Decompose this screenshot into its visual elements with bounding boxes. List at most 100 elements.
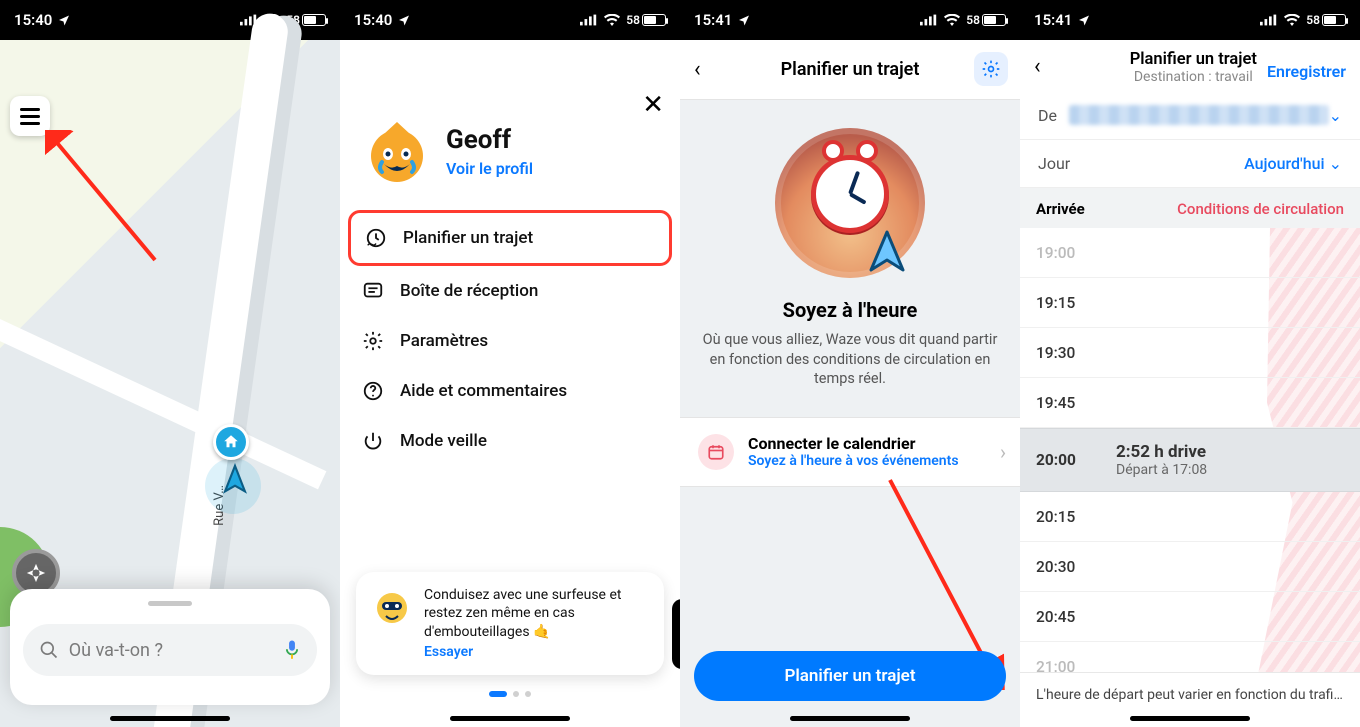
profile-header[interactable]: Geoff Voir le profil	[340, 40, 680, 210]
battery-icon: 58	[286, 13, 326, 27]
status-bar: 15:41 58	[1020, 0, 1360, 40]
day-label: Jour	[1038, 154, 1070, 173]
signal-icon	[580, 14, 598, 26]
search-placeholder: Où va-t-on ?	[69, 640, 283, 661]
menu-list: Planifier un trajet Boîte de réception P…	[340, 210, 680, 466]
side-peek	[672, 599, 680, 669]
location-icon	[58, 14, 70, 26]
home-indicator[interactable]	[450, 716, 570, 721]
page-title: Planifier un trajet	[781, 59, 920, 80]
menu-item-plan-trip[interactable]: Planifier un trajet	[348, 210, 672, 266]
menu-label: Mode veille	[400, 431, 487, 451]
profile-name: Geoff	[446, 125, 533, 155]
clock-route-icon	[365, 227, 387, 249]
day-row[interactable]: Jour Aujourd'hui ⌄	[1020, 140, 1360, 188]
screen-schedule: 15:41 58 ‹ Planifier un trajet Destinati…	[1020, 0, 1360, 727]
from-row[interactable]: De ⌄	[1020, 91, 1360, 140]
back-button[interactable]: ‹	[1034, 50, 1041, 79]
schedule-header: ‹ Planifier un trajet Destination : trav…	[1020, 40, 1360, 91]
home-indicator[interactable]	[1130, 716, 1250, 721]
wifi-icon	[604, 14, 620, 26]
battery-icon: 58	[966, 13, 1006, 27]
current-location-icon	[218, 463, 252, 497]
drive-duration: 2:52 h drive	[1116, 442, 1207, 462]
menu-button[interactable]	[10, 96, 50, 136]
close-button[interactable]: ✕	[642, 90, 664, 120]
home-indicator[interactable]	[110, 716, 230, 721]
tip-card[interactable]: Conduisez avec une surfeuse et restez ze…	[356, 572, 664, 675]
status-time: 15:40	[354, 11, 392, 29]
gear-icon	[362, 330, 384, 352]
wifi-icon	[944, 14, 960, 26]
drag-handle-icon[interactable]	[148, 601, 192, 606]
avatar-icon	[362, 116, 432, 186]
location-icon	[398, 14, 410, 26]
tip-avatar-icon	[372, 586, 412, 661]
wifi-icon	[1284, 14, 1300, 26]
menu-label: Paramètres	[400, 331, 488, 351]
status-time: 15:41	[1034, 11, 1072, 29]
time-slot[interactable]: 19:30	[1020, 328, 1360, 378]
menu-item-inbox[interactable]: Boîte de réception	[348, 266, 672, 316]
tip-text: Conduisez avec une surfeuse et restez ze…	[424, 587, 621, 639]
status-bar: 15:41 58	[680, 0, 1020, 40]
status-bar: 15:40 58	[340, 0, 680, 40]
nav-arrow-icon	[867, 230, 907, 276]
col-arrival: Arrivée	[1036, 200, 1110, 218]
status-bar: 15:40 58	[0, 0, 340, 40]
save-button[interactable]: Enregistrer	[1267, 62, 1346, 81]
hero-illustration-icon	[775, 128, 925, 278]
time-slot[interactable]: 19:45	[1020, 378, 1360, 428]
inbox-icon	[362, 280, 384, 302]
screen-plan-intro: 15:41 58 ‹ Planifier un trajet Soyez à l…	[680, 0, 1020, 727]
time-slot[interactable]: 20:15	[1020, 492, 1360, 542]
tip-try-link[interactable]: Essayer	[424, 643, 648, 661]
calendar-subtitle: Soyez à l'heure à vos événements	[748, 453, 959, 469]
menu-label: Planifier un trajet	[403, 228, 533, 248]
calendar-icon	[698, 434, 734, 470]
status-time: 15:40	[14, 11, 52, 29]
hero: Soyez à l'heure Où que vous alliez, Waze…	[680, 100, 1020, 407]
hero-body: Où que vous alliez, Waze vous dit quand …	[702, 330, 998, 389]
chevron-down-icon: ⌄	[1329, 154, 1342, 173]
signal-icon	[920, 14, 938, 26]
hamburger-icon	[20, 108, 40, 125]
location-icon	[738, 14, 750, 26]
power-icon	[362, 430, 384, 452]
help-icon	[362, 380, 384, 402]
depart-time: Départ à 17:08	[1116, 462, 1207, 478]
time-slot[interactable]: 20:45	[1020, 592, 1360, 642]
time-slot[interactable]: 19:15	[1020, 278, 1360, 328]
view-profile-link[interactable]: Voir le profil	[446, 159, 533, 178]
search-icon	[39, 640, 59, 660]
menu-item-settings[interactable]: Paramètres	[348, 316, 672, 366]
pager-dots[interactable]	[340, 691, 680, 697]
time-slot[interactable]: 20:30	[1020, 542, 1360, 592]
time-slot-selected[interactable]: 20:00 2:52 h drive Départ à 17:08	[1020, 428, 1360, 492]
search-sheet[interactable]: Où va-t-on ?	[10, 589, 330, 705]
menu-item-sleep[interactable]: Mode veille	[348, 416, 672, 466]
plan-trip-button[interactable]: Planifier un trajet	[694, 651, 1006, 701]
gear-icon	[981, 59, 1001, 79]
screen-menu: 15:40 58 ✕ Geoff	[340, 0, 680, 727]
column-header: Arrivée Conditions de circulation	[1020, 188, 1360, 228]
home-indicator[interactable]	[790, 716, 910, 721]
home-pin-icon[interactable]	[213, 424, 249, 460]
back-button[interactable]: ‹	[694, 57, 701, 82]
signal-icon	[1260, 14, 1278, 26]
screen-map: 15:40 58 Rue V…	[0, 0, 340, 727]
chevron-down-icon: ⌄	[1329, 106, 1342, 125]
time-grid[interactable]: 19:00 19:15 19:30 19:45 20:00 2:52 h dri…	[1020, 228, 1360, 727]
plan-header: ‹ Planifier un trajet	[680, 40, 1020, 100]
time-slot[interactable]: 19:00	[1020, 228, 1360, 278]
search-input[interactable]: Où va-t-on ?	[23, 624, 317, 676]
menu-item-help[interactable]: Aide et commentaires	[348, 366, 672, 416]
chevron-right-icon: ›	[1000, 440, 1006, 464]
from-value-redacted	[1069, 105, 1329, 125]
settings-button[interactable]	[974, 52, 1008, 86]
map-canvas[interactable]: Rue V… Où va-t-on ?	[0, 40, 340, 727]
mic-icon[interactable]	[283, 639, 301, 661]
calendar-title: Connecter le calendrier	[748, 434, 959, 453]
status-time: 15:41	[694, 11, 732, 29]
connect-calendar-row[interactable]: Connecter le calendrier Soyez à l'heure …	[680, 417, 1020, 487]
